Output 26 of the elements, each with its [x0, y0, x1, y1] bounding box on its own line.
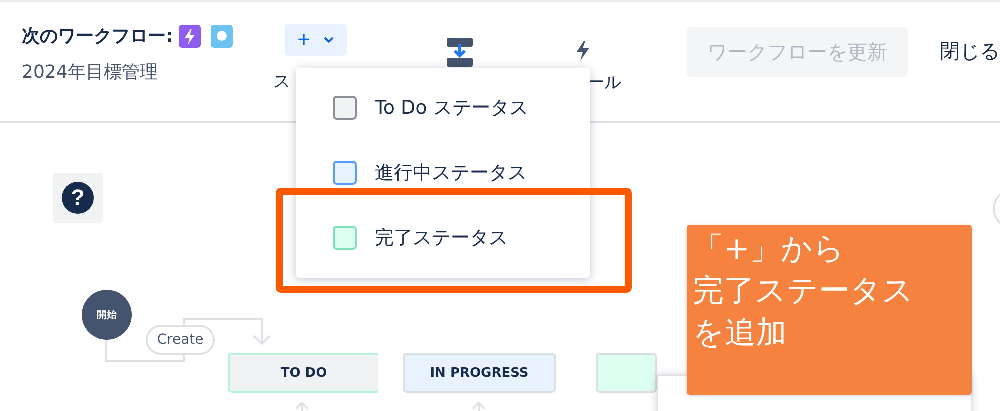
item-label: 完了ステータス	[375, 226, 508, 251]
status-node[interactable]	[596, 353, 657, 393]
annotation-text: 「+」から	[693, 230, 845, 269]
lightning-badge-icon	[179, 24, 202, 48]
add-dropdown-button[interactable]: +	[285, 24, 348, 56]
annotation-text: を追加	[693, 314, 787, 353]
connector-arrow	[295, 402, 309, 411]
chevron-down-icon	[323, 36, 336, 44]
status-badge-icon	[211, 24, 234, 48]
dropdown-item[interactable]: 進行中ステータス	[296, 160, 590, 186]
dropdown-item[interactable]: 完了ステータス	[296, 224, 590, 251]
transition-label[interactable]: Create	[146, 325, 215, 355]
status-node[interactable]: IN PROGRESS	[403, 353, 556, 393]
dropdown-item[interactable]: To Do ステータス	[296, 95, 590, 122]
help-button[interactable]: ?	[53, 173, 103, 223]
toolbar-label: ス	[273, 71, 290, 93]
status-node[interactable]: TO DO	[228, 353, 378, 393]
close-button[interactable]: 閉じる	[940, 38, 1000, 65]
item-label: 進行中ステータス	[375, 160, 527, 186]
start-node: 開始	[82, 290, 132, 340]
workflow-subtitle: 2024年目標管理	[22, 61, 159, 84]
workflow-title: 次のワークフロー:	[22, 25, 174, 48]
item-label: To Do ステータス	[375, 96, 528, 122]
connector-arrow	[472, 402, 486, 411]
annotation-text: 完了ステータス	[693, 272, 914, 311]
import-icon[interactable]	[447, 38, 474, 68]
